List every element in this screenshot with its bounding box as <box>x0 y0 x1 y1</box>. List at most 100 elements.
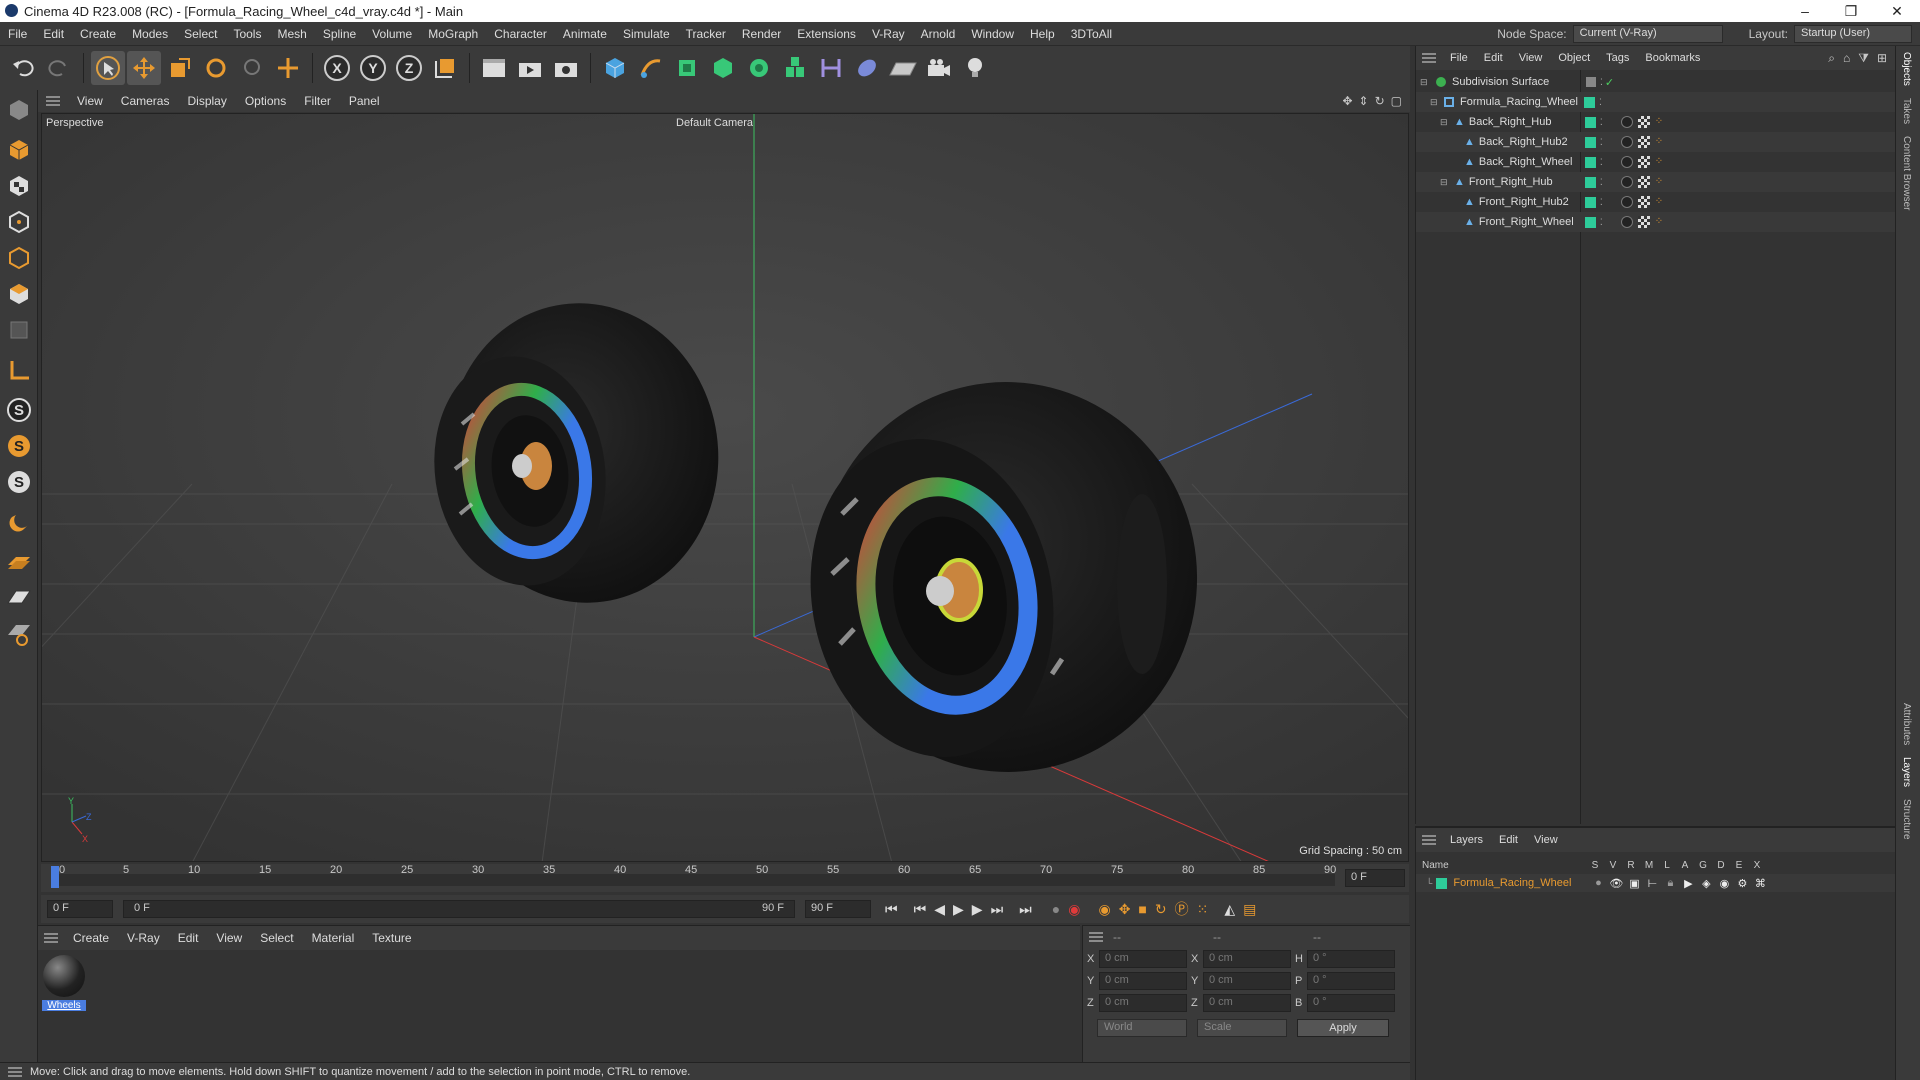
coordinate-space-dropdown[interactable]: World <box>1097 1019 1187 1037</box>
menu-modes[interactable]: Modes <box>124 27 176 41</box>
animation-play-icon[interactable]: ▶ <box>1679 877 1697 890</box>
layer-color-swatch[interactable] <box>1584 216 1596 228</box>
hamburger-icon[interactable] <box>1416 53 1442 63</box>
locked-workplane-button[interactable] <box>3 582 35 614</box>
maximize-view-icon[interactable]: ▢ <box>1391 94 1402 108</box>
deformer-button[interactable] <box>814 51 848 85</box>
rotation-key-icon[interactable]: ↻ <box>1155 901 1167 918</box>
collapse-icon[interactable]: ⊟ <box>1440 117 1450 128</box>
visibility-dots-icon[interactable]: ⁚ <box>1600 77 1603 88</box>
material-menu-edit[interactable]: Edit <box>169 931 208 945</box>
3d-viewport[interactable]: Y Z X Perspective Default Camera Grid Sp… <box>41 113 1409 862</box>
viewport-menu-display[interactable]: Display <box>178 94 235 108</box>
layer-color-swatch[interactable] <box>1584 176 1596 188</box>
maximize-button[interactable]: ❐ <box>1828 3 1874 20</box>
render-clapper-icon[interactable]: ▣ <box>1625 877 1643 890</box>
object-row-back-right-hub[interactable]: ⊟ ▲ Back_Right_Hub ⁚ ⁘ <box>1416 112 1895 132</box>
search-icon[interactable]: ⌕ <box>1828 51 1835 66</box>
tab-structure[interactable]: Structure <box>1896 793 1917 846</box>
model-mode-button[interactable] <box>3 134 35 166</box>
object-menu-tags[interactable]: Tags <box>1598 52 1637 64</box>
visibility-dots-icon[interactable]: ⁚ <box>1600 197 1603 208</box>
axis-x-button[interactable]: X <box>320 51 354 85</box>
layer-color-swatch[interactable] <box>1436 877 1448 889</box>
field-button[interactable] <box>850 51 884 85</box>
next-frame-icon[interactable]: ▶ <box>972 901 983 918</box>
material-tag-icon[interactable] <box>1620 136 1633 148</box>
workplane-snap-button[interactable]: S <box>3 466 35 498</box>
visibility-dots-icon[interactable]: ⁚ <box>1600 117 1603 128</box>
cube-button[interactable] <box>598 51 632 85</box>
solo-icon[interactable]: ● <box>1589 877 1607 889</box>
end-frame-field[interactable]: 90 F <box>805 900 871 918</box>
layer-row[interactable]: └ Formula_Racing_Wheel ● 👁 ▣ ⊢ 🔒︎ ▶ ◈ ◉ … <box>1416 874 1895 892</box>
material-menu-select[interactable]: Select <box>251 931 302 945</box>
menu-animate[interactable]: Animate <box>555 27 615 41</box>
cloner-button[interactable] <box>742 51 776 85</box>
parameter-key-icon[interactable]: Ⓟ <box>1175 899 1189 919</box>
minimize-button[interactable]: – <box>1782 3 1828 20</box>
menu-arnold[interactable]: Arnold <box>913 27 964 41</box>
viewport-menu-options[interactable]: Options <box>236 94 295 108</box>
layer-color-swatch[interactable] <box>1584 156 1596 168</box>
menu-3dtoall[interactable]: 3DToAll <box>1063 27 1120 41</box>
visibility-dots-icon[interactable]: ⁚ <box>1600 157 1603 168</box>
menu-help[interactable]: Help <box>1022 27 1063 41</box>
visibility-dots-icon[interactable]: ⁚ <box>1600 137 1603 148</box>
menu-tools[interactable]: Tools <box>225 27 269 41</box>
position-key-icon[interactable]: ✥ <box>1119 901 1131 918</box>
rotation-h-field[interactable]: 0 ° <box>1307 950 1395 968</box>
object-menu-edit[interactable]: Edit <box>1476 52 1511 64</box>
move-tool-button[interactable] <box>127 51 161 85</box>
manager-tree-icon[interactable]: ⊢ <box>1643 877 1661 890</box>
vertex-tag-icon[interactable]: ⁘ <box>1655 116 1663 128</box>
select-tool-button[interactable] <box>91 51 125 85</box>
tab-takes[interactable]: Takes <box>1896 92 1917 130</box>
menu-extensions[interactable]: Extensions <box>789 27 864 41</box>
object-row-front-right-wheel[interactable]: ▲ Front_Right_Wheel ⁚ ⁘ <box>1416 212 1895 232</box>
extrude-button[interactable] <box>706 51 740 85</box>
polygons-mode-button[interactable] <box>3 278 35 310</box>
hamburger-icon[interactable] <box>0 1067 30 1077</box>
hamburger-icon[interactable] <box>38 96 68 106</box>
filter-icon[interactable]: ⧩ <box>1858 51 1869 66</box>
menu-render[interactable]: Render <box>734 27 789 41</box>
uv-mode-button[interactable] <box>3 314 35 346</box>
deformer-icon[interactable]: ◉ <box>1715 877 1733 890</box>
object-row-back-right-hub2[interactable]: ▲ Back_Right_Hub2 ⁚ ⁘ <box>1416 132 1895 152</box>
viewport-menu-filter[interactable]: Filter <box>295 94 340 108</box>
object-row-back-right-wheel[interactable]: ▲ Back_Right_Wheel ⁚ ⁘ <box>1416 152 1895 172</box>
uvw-tag-icon[interactable] <box>1637 216 1650 228</box>
render-view-button[interactable] <box>477 51 511 85</box>
light-button[interactable] <box>958 51 992 85</box>
material-tag-icon[interactable] <box>1620 116 1633 128</box>
generator-icon[interactable]: ◈ <box>1697 877 1715 890</box>
menu-window[interactable]: Window <box>963 27 1022 41</box>
record-off-icon[interactable]: ● <box>1052 901 1060 917</box>
frame-range-slider[interactable]: 0 F 90 F <box>123 900 795 918</box>
menu-tracker[interactable]: Tracker <box>678 27 734 41</box>
layout-dropdown[interactable]: Startup (User) <box>1794 24 1912 43</box>
add-tool-button[interactable] <box>271 51 305 85</box>
object-row-subdivision-surface[interactable]: ⊟ Subdivision Surface ⁚ ✓ <box>1416 72 1895 92</box>
uvw-tag-icon[interactable] <box>1637 156 1650 168</box>
axis-mode-button[interactable] <box>3 354 35 386</box>
visibility-dots-icon[interactable]: ⁚ <box>1600 217 1603 228</box>
material-menu-view[interactable]: View <box>207 931 251 945</box>
size-mode-dropdown[interactable]: Scale <box>1197 1019 1287 1037</box>
menu-file[interactable]: File <box>0 27 35 41</box>
collapse-icon[interactable]: ⊟ <box>1420 77 1430 88</box>
vertex-tag-icon[interactable]: ⁘ <box>1655 136 1663 148</box>
point-level-key-icon[interactable]: ⁙ <box>1197 901 1209 918</box>
tab-content-browser[interactable]: Content Browser <box>1896 130 1917 216</box>
motion-path-icon[interactable]: ◭ <box>1224 901 1235 918</box>
timeline-ruler[interactable]: 0 5 10 15 20 25 30 35 40 45 50 55 60 65 … <box>41 864 1409 892</box>
object-row-front-right-hub2[interactable]: ▲ Front_Right_Hub2 ⁚ ⁘ <box>1416 192 1895 212</box>
uvw-tag-icon[interactable] <box>1637 196 1650 208</box>
material-tag-icon[interactable] <box>1620 216 1633 228</box>
vertex-tag-icon[interactable]: ⁘ <box>1655 156 1663 168</box>
subdivision-button[interactable] <box>670 51 704 85</box>
render-settings-button[interactable] <box>549 51 583 85</box>
layer-color-swatch[interactable] <box>1584 116 1596 128</box>
size-z-field[interactable]: 0 cm <box>1203 994 1291 1012</box>
